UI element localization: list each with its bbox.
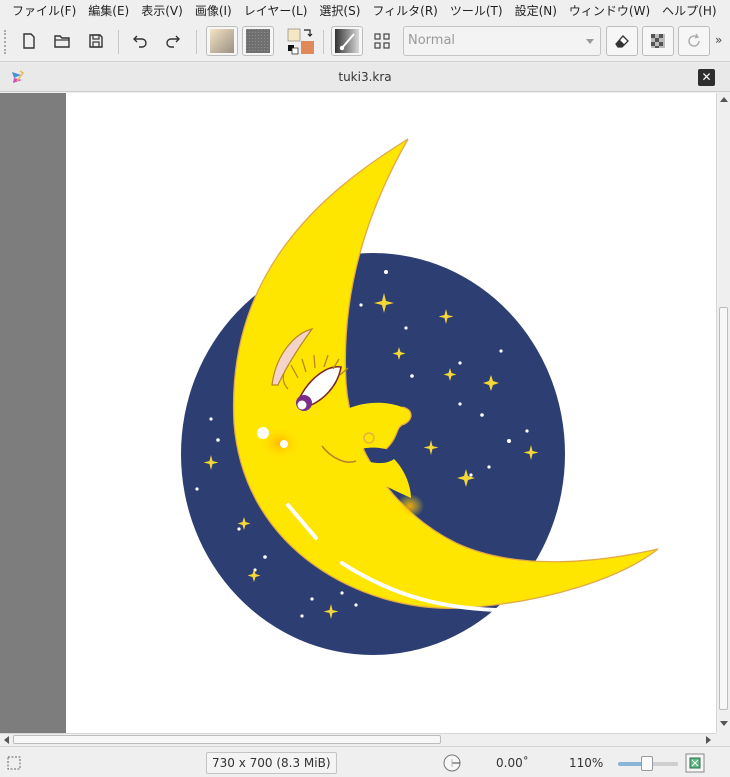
toolbar-separator: [118, 30, 119, 54]
gradient-icon: [210, 29, 234, 53]
brush-preset-button[interactable]: [331, 26, 363, 56]
menu-file[interactable]: ファイル(F): [6, 0, 82, 22]
redo-button[interactable]: [158, 26, 188, 56]
workspace-button[interactable]: [367, 26, 397, 56]
menu-help[interactable]: ヘルプ(H): [656, 0, 722, 22]
pattern-icon: [246, 29, 270, 53]
undo-button[interactable]: [125, 26, 155, 56]
menu-settings[interactable]: 設定(N): [509, 0, 563, 22]
scroll-right-icon[interactable]: [706, 736, 711, 744]
zoom-slider-handle[interactable]: [641, 756, 653, 771]
gradient-selector[interactable]: [206, 26, 238, 56]
zoom-value[interactable]: 110%: [569, 756, 603, 770]
menu-window[interactable]: ウィンドウ(W): [563, 0, 656, 22]
horizontal-scrollbar[interactable]: [0, 733, 716, 745]
menu-filter[interactable]: フィルタ(R): [366, 0, 443, 22]
menu-select[interactable]: 選択(S): [313, 0, 366, 22]
document-tab-bar: tuki3.kra ✕: [0, 63, 730, 92]
document-title[interactable]: tuki3.kra: [0, 70, 730, 84]
moon-illustration: [181, 138, 659, 655]
close-document-button[interactable]: ✕: [698, 69, 715, 86]
toolbar: Normal »: [0, 22, 730, 62]
toolbar-separator: [323, 30, 324, 54]
new-document-icon: [23, 33, 35, 49]
rotation-value: 0.00˚: [496, 756, 529, 770]
cheek-highlight: [280, 440, 288, 448]
menu-image[interactable]: 画像(I): [189, 0, 238, 22]
new-document-button[interactable]: [14, 26, 44, 56]
eye-highlight: [297, 400, 307, 410]
blend-mode-select[interactable]: Normal: [403, 26, 601, 56]
zoom-to-fit-icon[interactable]: [685, 753, 705, 773]
canvas-area[interactable]: [0, 93, 716, 733]
scroll-up-icon[interactable]: [720, 97, 728, 102]
canvas-page[interactable]: [66, 93, 716, 733]
reload-preset-button[interactable]: [678, 26, 710, 56]
pattern-selector[interactable]: [242, 26, 274, 56]
toolbar-separator: [196, 30, 197, 54]
undo-icon: [133, 35, 147, 48]
workspace-grid-icon: [374, 33, 390, 49]
chin-glow: [396, 494, 424, 518]
scroll-left-icon[interactable]: [4, 736, 9, 744]
eraser-mode-button[interactable]: [606, 26, 638, 56]
horizontal-scroll-thumb[interactable]: [13, 735, 441, 744]
save-icon: [89, 34, 103, 48]
chevron-down-icon: [586, 39, 594, 44]
vertical-scrollbar[interactable]: [716, 93, 730, 733]
menu-view[interactable]: 表示(V): [135, 0, 189, 22]
toolbar-overflow-button[interactable]: »: [715, 33, 722, 47]
color-swap-icon: [287, 28, 314, 55]
redo-icon: [166, 35, 180, 48]
rotation-dial-icon[interactable]: [441, 753, 463, 773]
scroll-down-icon[interactable]: [720, 721, 728, 726]
cheek-highlight: [257, 427, 269, 439]
open-folder-icon: [54, 35, 70, 48]
menubar: ファイル(F) 編集(E) 表示(V) 画像(I) レイヤー(L) 選択(S) …: [0, 0, 730, 22]
menu-tools[interactable]: ツール(T): [444, 0, 509, 22]
save-button[interactable]: [81, 26, 111, 56]
alpha-lock-icon: [651, 34, 665, 48]
selection-icon[interactable]: [6, 755, 22, 771]
open-button[interactable]: [47, 26, 77, 56]
eraser-icon: [615, 35, 629, 48]
vertical-scroll-thumb[interactable]: [719, 307, 728, 710]
statusbar: 730 x 700 (8.3 MiB) 0.00˚ 110%: [0, 746, 730, 777]
menu-layer[interactable]: レイヤー(L): [238, 0, 314, 22]
reload-icon: [688, 33, 700, 47]
brush-preset-icon: [335, 29, 359, 53]
blend-mode-value: Normal: [408, 33, 456, 48]
alpha-lock-button[interactable]: [642, 26, 674, 56]
color-selector[interactable]: [284, 26, 318, 56]
menu-edit[interactable]: 編集(E): [82, 0, 135, 22]
image-size-label[interactable]: 730 x 700 (8.3 MiB): [206, 752, 337, 774]
close-icon: ✕: [701, 70, 712, 84]
toolbar-grip[interactable]: [4, 30, 8, 54]
